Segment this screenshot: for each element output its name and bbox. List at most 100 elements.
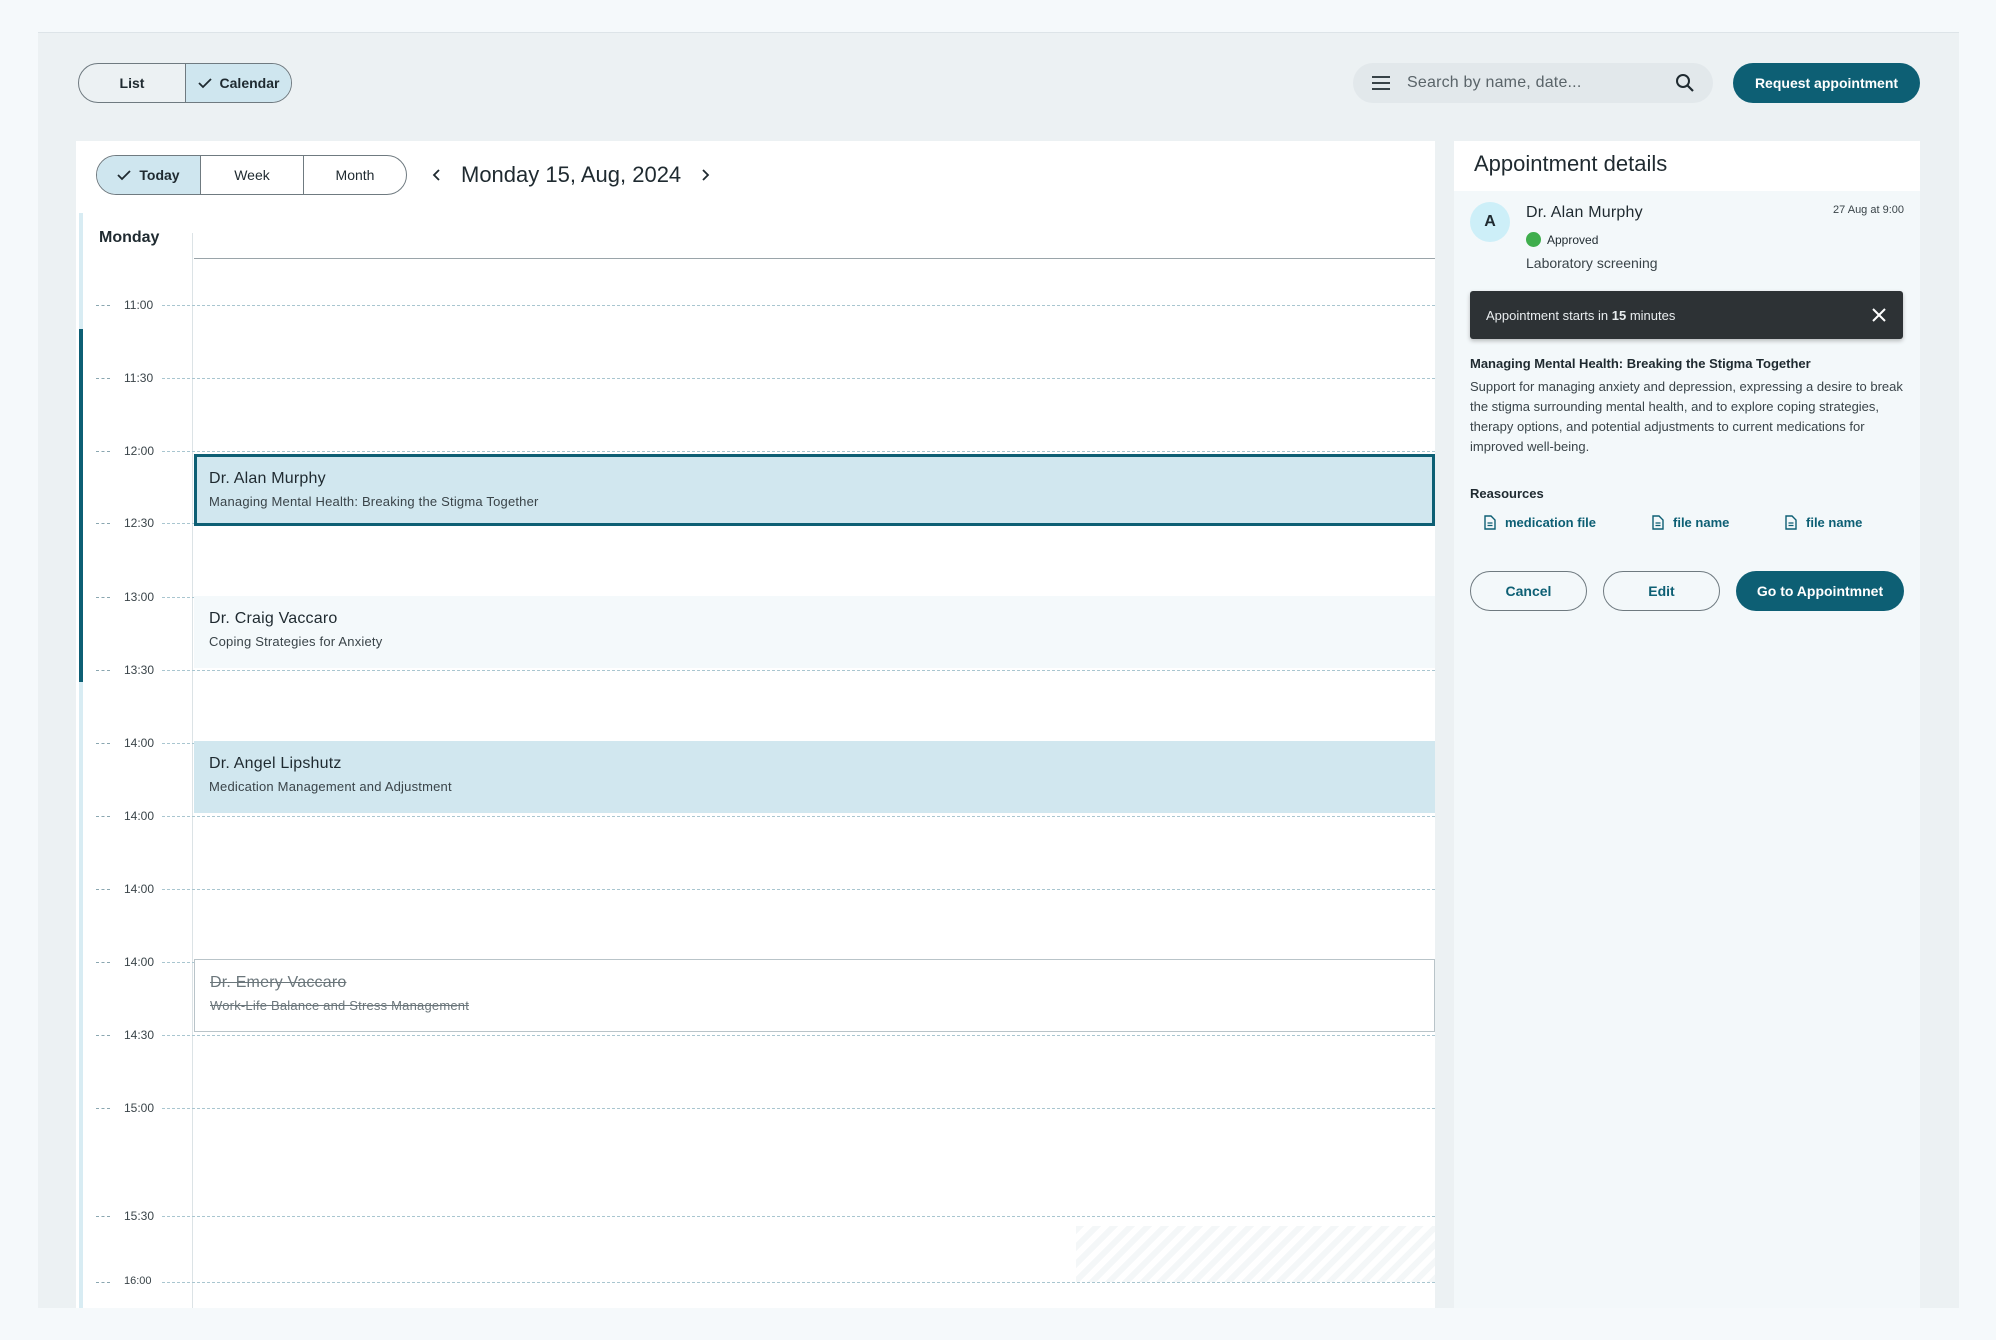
search-bar[interactable]: Search by name, date... bbox=[1353, 63, 1713, 103]
search-icon[interactable] bbox=[1675, 73, 1695, 93]
document-icon bbox=[1652, 515, 1664, 530]
doctor-card: A Dr. Alan Murphy Approved Laboratory sc… bbox=[1454, 191, 1920, 291]
day-label: Monday bbox=[99, 229, 160, 246]
details-header: Appointment details bbox=[1454, 141, 1920, 191]
chevron-left-icon[interactable] bbox=[431, 168, 443, 182]
time-label: 14:00 bbox=[124, 955, 155, 969]
appointment-event[interactable]: Dr. Craig Vaccaro Coping Strategies for … bbox=[194, 596, 1435, 668]
calendar-panel: Today Week Month Monday 15, Aug, 2024 Mo… bbox=[76, 141, 1435, 1308]
check-icon bbox=[117, 170, 132, 181]
appointment-type: Laboratory screening bbox=[1526, 255, 1658, 271]
topic-title: Managing Mental Health: Breaking the Sti… bbox=[1470, 356, 1811, 371]
event-doctor: Dr. Angel Lipshutz bbox=[209, 755, 342, 772]
resource-label: medication file bbox=[1505, 515, 1597, 530]
range-month-label: Month bbox=[335, 167, 375, 183]
view-list-button[interactable]: List bbox=[79, 64, 185, 102]
time-row: 14:00 bbox=[76, 882, 1435, 896]
start-notice-snackbar: Appointment starts in 15 minutes bbox=[1470, 291, 1903, 339]
range-toggle: Today Week Month bbox=[96, 155, 407, 195]
time-label: 15:30 bbox=[124, 1209, 155, 1223]
event-doctor: Dr. Emery Vaccaro bbox=[210, 974, 347, 991]
details-actions: Cancel Edit Go to Appointmnet bbox=[1470, 571, 1904, 611]
view-calendar-button[interactable]: Calendar bbox=[185, 64, 291, 102]
time-row: 14:00 bbox=[76, 809, 1435, 823]
appointment-event[interactable]: Dr. Angel Lipshutz Medication Management… bbox=[194, 741, 1435, 813]
notice-suffix: minutes bbox=[1626, 307, 1676, 323]
event-title: Work-Life Balance and Stress Management bbox=[210, 998, 470, 1013]
notice-text: Appointment starts in 15 minutes bbox=[1486, 308, 1675, 323]
time-label: 14:00 bbox=[124, 809, 155, 823]
avatar: A bbox=[1470, 202, 1510, 242]
cancelled-appointment-event[interactable]: Dr. Emery Vaccaro Work-Life Balance and … bbox=[194, 959, 1435, 1032]
view-toggle: List Calendar bbox=[78, 63, 292, 103]
resource-label: file name bbox=[1806, 515, 1863, 530]
range-week-label: Week bbox=[234, 167, 270, 183]
event-title: Medication Management and Adjustment bbox=[209, 779, 452, 794]
time-row: 12:00 bbox=[76, 444, 1435, 458]
close-icon[interactable] bbox=[1871, 307, 1887, 323]
event-title: Coping Strategies for Anxiety bbox=[209, 634, 383, 649]
time-label: 13:00 bbox=[124, 590, 155, 604]
request-appointment-button[interactable]: Request appointment bbox=[1733, 63, 1920, 103]
time-label: 13:30 bbox=[124, 663, 155, 677]
current-time-rail bbox=[79, 329, 83, 682]
appointment-datetime: 27 Aug at 9:00 bbox=[1833, 204, 1904, 216]
day-header-divider bbox=[194, 258, 1435, 259]
time-label: 11:00 bbox=[124, 298, 154, 312]
time-row: 15:00 bbox=[76, 1101, 1435, 1115]
chevron-right-icon[interactable] bbox=[699, 168, 711, 182]
unavailable-slot bbox=[1076, 1226, 1435, 1282]
range-week-button[interactable]: Week bbox=[200, 156, 303, 194]
resource-label: file name bbox=[1673, 515, 1730, 530]
appointment-event[interactable]: Dr. Alan Murphy Managing Mental Health: … bbox=[194, 454, 1435, 526]
range-today-label: Today bbox=[139, 167, 180, 183]
doctor-name: Dr. Alan Murphy bbox=[1526, 204, 1643, 221]
check-icon bbox=[197, 78, 212, 89]
view-list-label: List bbox=[119, 75, 145, 91]
status-label: Approved bbox=[1547, 232, 1599, 247]
time-column-divider bbox=[192, 233, 193, 1308]
edit-button[interactable]: Edit bbox=[1603, 571, 1720, 611]
event-doctor: Dr. Craig Vaccaro bbox=[209, 610, 338, 627]
current-date: Monday 15, Aug, 2024 bbox=[461, 162, 682, 187]
status-dot-icon bbox=[1526, 232, 1541, 247]
time-row: 14:30 bbox=[76, 1028, 1435, 1042]
status-badge: Approved bbox=[1526, 232, 1598, 247]
resources-heading: Reasources bbox=[1470, 486, 1544, 501]
time-row: 11:30 bbox=[76, 371, 1435, 385]
appointment-details-panel: Appointment details A Dr. Alan Murphy Ap… bbox=[1454, 141, 1920, 1308]
go-to-appointment-button[interactable]: Go to Appointmnet bbox=[1736, 571, 1904, 611]
topic-description: Support for managing anxiety and depress… bbox=[1470, 379, 1903, 454]
search-input[interactable]: Search by name, date... bbox=[1407, 74, 1675, 92]
time-label: 14:00 bbox=[124, 736, 155, 750]
notice-prefix: Appointment starts in bbox=[1486, 307, 1612, 323]
date-navigator: Monday 15, Aug, 2024 bbox=[431, 155, 711, 195]
view-calendar-label: Calendar bbox=[219, 75, 280, 91]
time-row: 16:00 bbox=[76, 1275, 1435, 1287]
time-row: 11:00 bbox=[76, 298, 1435, 312]
time-row: 13:30 bbox=[76, 663, 1435, 677]
app-frame: List Calendar Search by name, date... Re… bbox=[38, 32, 1959, 1308]
time-label: 14:30 bbox=[124, 1028, 155, 1042]
time-label: 15:00 bbox=[124, 1101, 155, 1115]
time-label: 12:00 bbox=[124, 444, 155, 458]
time-label: 11:30 bbox=[124, 371, 154, 385]
resource-link[interactable]: file name bbox=[1652, 515, 1785, 530]
cancel-button[interactable]: Cancel bbox=[1470, 571, 1587, 611]
resources-list: medication file file name file name bbox=[1484, 515, 1862, 530]
resource-link[interactable]: file name bbox=[1785, 515, 1862, 530]
event-title: Managing Mental Health: Breaking the Sti… bbox=[209, 494, 539, 509]
resource-link[interactable]: medication file bbox=[1484, 515, 1652, 530]
time-label: 14:00 bbox=[124, 882, 155, 896]
details-heading: Appointment details bbox=[1474, 151, 1668, 176]
time-label: 12:30 bbox=[124, 516, 155, 530]
time-row: 15:30 bbox=[76, 1209, 1435, 1223]
range-month-button[interactable]: Month bbox=[303, 156, 406, 194]
document-icon bbox=[1785, 515, 1797, 530]
menu-icon[interactable] bbox=[1371, 76, 1391, 90]
document-icon bbox=[1484, 515, 1496, 530]
notice-minutes: 15 bbox=[1611, 307, 1627, 323]
time-label: 16:00 bbox=[124, 1275, 152, 1287]
range-today-button[interactable]: Today bbox=[97, 156, 200, 194]
event-doctor: Dr. Alan Murphy bbox=[209, 470, 326, 487]
